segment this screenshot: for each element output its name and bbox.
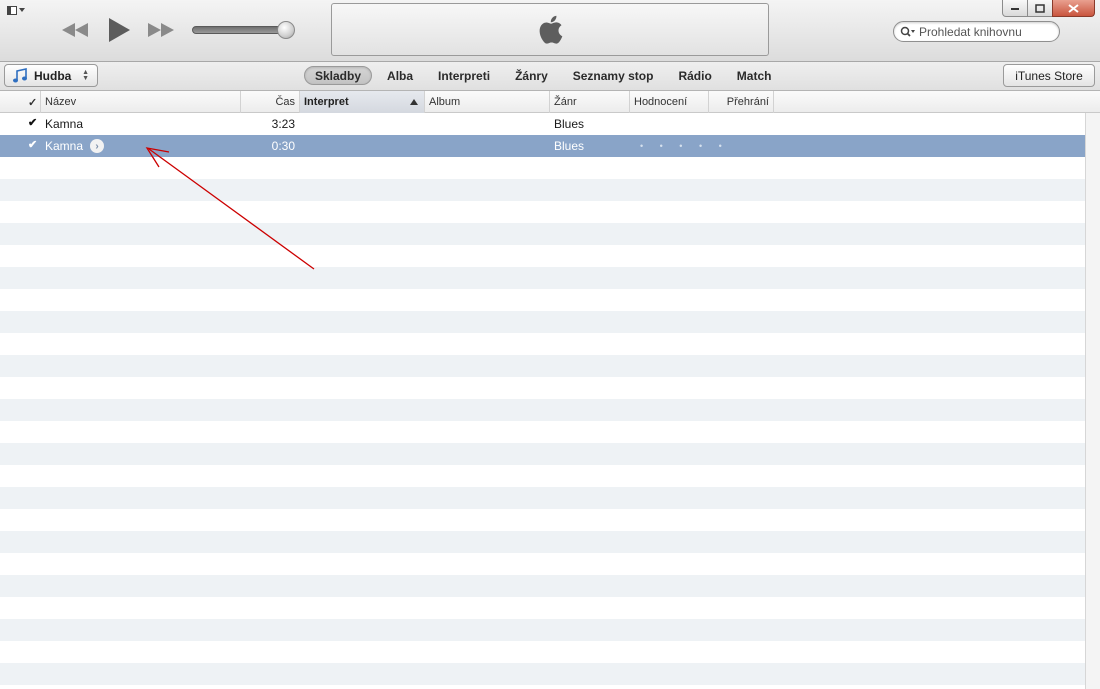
empty-row [0,663,1085,685]
rewind-icon [62,23,88,37]
volume-knob[interactable] [277,21,295,39]
column-header-rating[interactable]: Hodnocení [630,91,709,113]
track-genre: Blues [554,139,585,153]
previous-track-button[interactable] [60,17,90,43]
empty-row [0,245,1085,267]
track-checkbox[interactable]: ✔ [28,118,39,129]
next-track-button[interactable] [146,17,176,43]
tab-1[interactable]: Alba [377,66,423,85]
track-name: Kamna [45,117,84,131]
track-time: 3:23 [271,117,295,131]
tab-3[interactable]: Žánry [505,66,558,85]
library-nav-bar: Hudba ▲ ▼ Skladby Alba Interpreti Žánry Sezna… [0,62,1100,91]
tab-5[interactable]: Rádio [668,66,721,85]
column-header-artist[interactable]: Interpret [300,91,425,113]
empty-row [0,201,1085,223]
track-list: ✔ Kamna 3:23 Blues ✔ Kamna › 0:30 Blues • • • • • [0,113,1085,689]
empty-row [0,685,1085,689]
play-button[interactable] [104,17,134,43]
empty-row [0,421,1085,443]
menu-toggle-icon[interactable] [7,4,31,16]
fast-forward-icon [148,23,174,37]
empty-row [0,223,1085,245]
track-row[interactable]: ✔ Kamna › 0:30 Blues • • • • • [0,135,1085,157]
tab-6[interactable]: Match [727,66,782,85]
column-header-time[interactable]: Čas [241,91,300,113]
track-list-header: ✓ Název Čas Interpret Album Žánr Hodnoce… [0,91,1100,113]
restore-icon [1035,3,1045,13]
track-name-cell: Kamna [45,113,83,135]
empty-row [0,619,1085,641]
track-name: Kamna [45,139,84,153]
column-header-name[interactable]: Název [41,91,241,113]
tab-4[interactable]: Seznamy stop [563,66,664,85]
empty-row [0,465,1085,487]
empty-row [0,443,1085,465]
source-label: Hudba [34,68,72,83]
search-input[interactable] [919,24,1054,39]
empty-row [0,641,1085,663]
track-name-cell: Kamna › [45,135,105,157]
volume-slider[interactable] [192,21,296,39]
empty-row [0,531,1085,553]
empty-row [0,575,1085,597]
empty-row [0,179,1085,201]
vertical-scrollbar[interactable] [1085,113,1100,689]
player-toolbar [0,0,1100,62]
empty-row [0,355,1085,377]
track-checkbox[interactable]: ✔ [28,140,39,151]
column-header-check[interactable]: ✓ [25,91,41,113]
source-selector[interactable]: Hudba ▲ ▼ [4,64,98,87]
updown-chevron-icon: ▲ ▼ [82,69,89,82]
tab-2[interactable]: Interpreti [428,66,500,85]
track-time: 0:30 [271,139,295,153]
empty-row [0,597,1085,619]
go-to-arrow-icon[interactable]: › [90,139,105,153]
empty-row [0,509,1085,531]
search-field[interactable] [893,21,1060,42]
track-rating[interactable]: • • • • • [640,135,729,157]
itunes-store-button[interactable]: iTunes Store [1003,64,1095,87]
play-icon [109,18,130,42]
empty-row [0,553,1085,575]
empty-row [0,267,1085,289]
now-playing-display[interactable] [331,3,769,56]
track-row[interactable]: ✔ Kamna 3:23 Blues [0,113,1085,135]
view-tabs: Skladby Alba Interpreti Žánry Seznamy stop Rá… [304,65,786,86]
empty-row [0,377,1085,399]
apple-logo-icon [539,15,563,44]
column-header-artist-label: Interpret [304,96,349,108]
empty-row [0,311,1085,333]
sort-ascending-icon [410,99,418,105]
column-header-plays[interactable]: Přehrání [709,91,774,113]
empty-row [0,487,1085,509]
empty-row [0,333,1085,355]
tab-0[interactable]: Skladby [304,66,373,85]
track-genre: Blues [554,117,585,131]
column-header-genre[interactable]: Žánr [550,91,630,113]
column-header-album[interactable]: Album [425,91,550,113]
minimize-button[interactable] [1002,0,1028,17]
search-icon [900,26,915,37]
close-icon [1068,3,1079,13]
empty-row [0,157,1085,179]
empty-row [0,399,1085,421]
minimize-icon [1011,8,1019,10]
music-note-icon [13,67,27,82]
maximize-button[interactable] [1027,0,1053,17]
empty-row [0,289,1085,311]
close-button[interactable] [1052,0,1095,17]
